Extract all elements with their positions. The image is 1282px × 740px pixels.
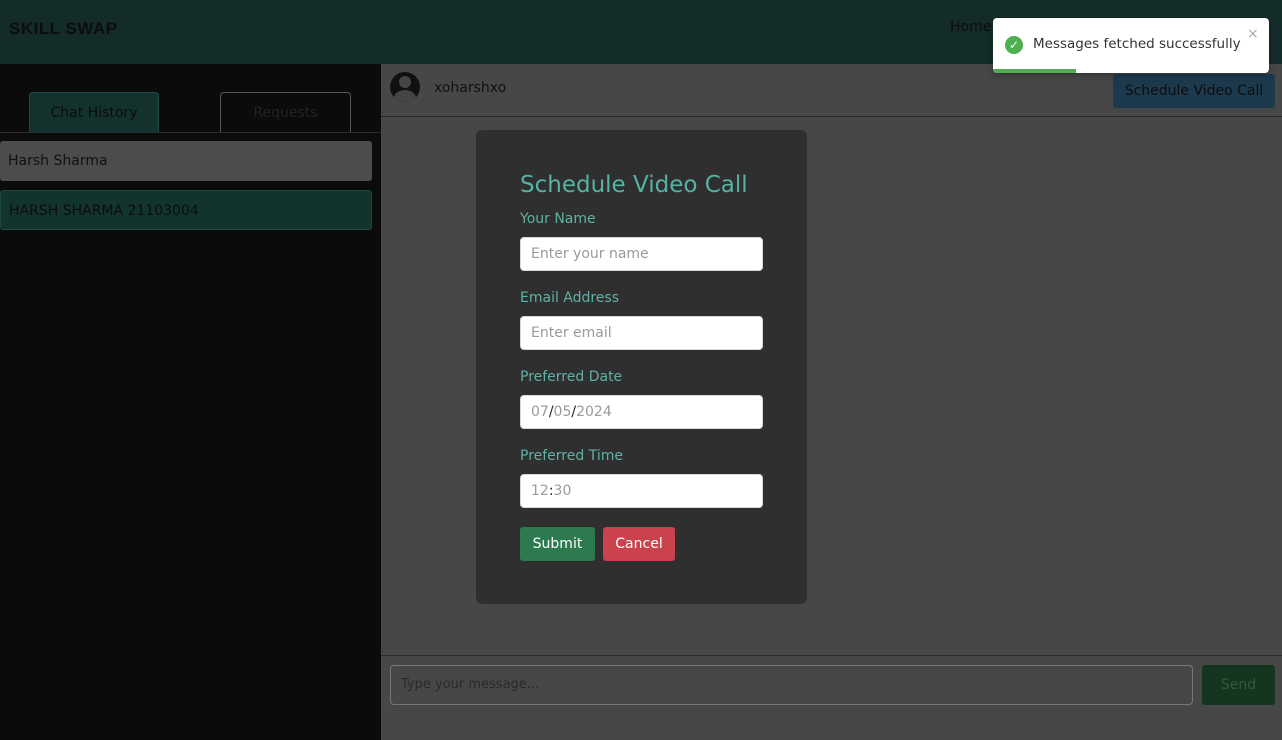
date-label: Preferred Date: [520, 369, 623, 385]
email-label: Email Address: [520, 290, 620, 306]
chat-panel: xoharshxo Schedule Video Call Schedule V…: [381, 64, 1282, 740]
send-button[interactable]: Send: [1202, 665, 1275, 705]
chat-list-item[interactable]: Harsh Sharma: [0, 141, 372, 181]
check-circle-icon: ✓: [1005, 36, 1023, 54]
date-input[interactable]: 07/05/2024: [520, 395, 763, 429]
chat-list-item[interactable]: HARSH SHARMA 21103004: [0, 190, 372, 230]
close-icon[interactable]: ×: [1247, 26, 1259, 42]
name-input[interactable]: Enter your name: [520, 237, 763, 271]
message-input[interactable]: Type your message...: [390, 665, 1193, 705]
success-toast: ✓ Messages fetched successfully ×: [993, 18, 1269, 73]
tab-requests[interactable]: Requests: [220, 92, 351, 132]
sidebar: Chat History Requests Harsh Sharma HARSH…: [0, 64, 381, 740]
chat-username: xoharshxo: [434, 80, 507, 96]
toast-message: Messages fetched successfully: [1033, 36, 1241, 52]
schedule-video-call-modal: Schedule Video Call Your Name Enter your…: [476, 130, 807, 604]
cancel-button[interactable]: Cancel: [603, 527, 675, 561]
brand-logo[interactable]: SKILL SWAP: [9, 19, 118, 39]
modal-title: Schedule Video Call: [520, 172, 748, 198]
avatar: [390, 72, 420, 102]
submit-button[interactable]: Submit: [520, 527, 595, 561]
tab-chat-history[interactable]: Chat History: [29, 92, 159, 132]
time-label: Preferred Time: [520, 448, 623, 464]
name-label: Your Name: [520, 211, 596, 227]
tab-divider: [0, 132, 381, 133]
schedule-video-call-button[interactable]: Schedule Video Call: [1113, 74, 1275, 108]
time-input[interactable]: 12:30: [520, 474, 763, 508]
message-composer: Type your message... Send: [381, 655, 1282, 740]
nav-link-home[interactable]: Home: [950, 19, 991, 35]
user-icon: [399, 76, 411, 88]
toast-progress-bar: [993, 69, 1076, 73]
email-input[interactable]: Enter email: [520, 316, 763, 350]
